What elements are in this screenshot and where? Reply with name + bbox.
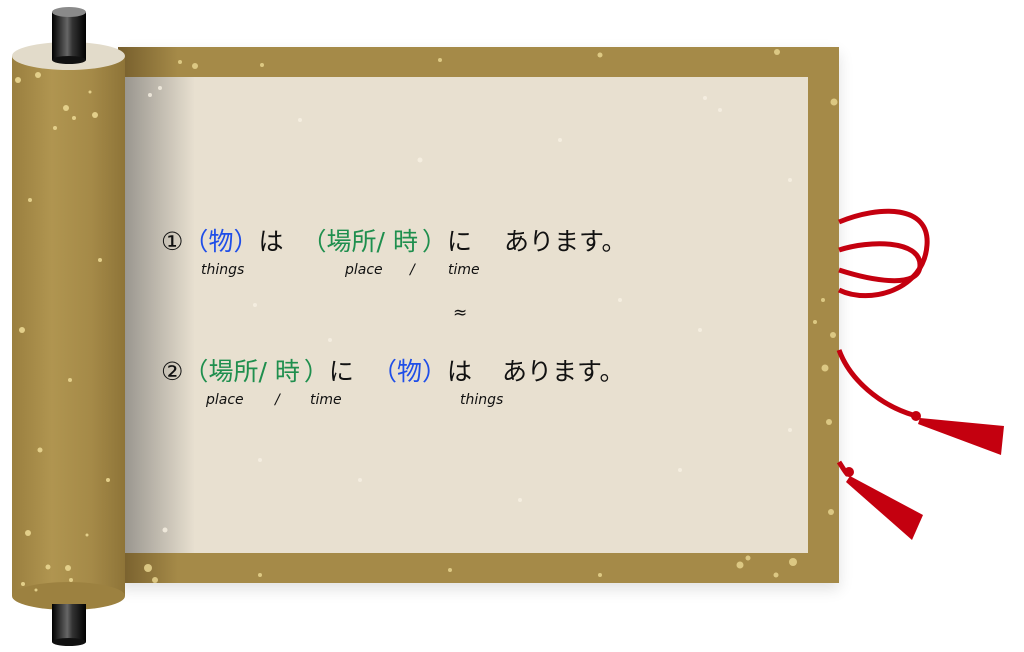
place-open-paren: （ xyxy=(301,227,327,256)
verb-arimasu: あります。 xyxy=(502,357,625,386)
slash: / xyxy=(376,227,385,256)
red-cord xyxy=(836,208,930,477)
sentence-1: ①（物）は （場所/時）に あります。 xyxy=(161,222,627,258)
gloss-time: time xyxy=(310,392,342,408)
slash: / xyxy=(258,357,267,386)
gloss-things: things xyxy=(201,262,245,278)
frame-speckles xyxy=(144,49,838,583)
gloss-slash: / xyxy=(275,392,280,408)
paper-speckles xyxy=(148,86,792,533)
particle-ni: に xyxy=(328,357,354,386)
particle-wa: は xyxy=(258,227,284,256)
scroll-rod-top xyxy=(52,7,86,64)
gloss-place: place xyxy=(206,392,244,408)
thing-word: 物 xyxy=(208,227,234,256)
tassel-lower xyxy=(844,467,923,540)
particle-wa: は xyxy=(446,357,472,386)
scroll-roll xyxy=(12,42,125,610)
thing-word: 物 xyxy=(396,357,422,386)
tassel-upper xyxy=(911,411,1004,455)
place-open-paren: （ xyxy=(183,357,209,386)
sentence-2: ②（場所/時）に （物）は あります。 xyxy=(161,352,625,388)
verb-arimasu: あります。 xyxy=(504,227,627,256)
scroll-rod-bottom xyxy=(52,604,86,646)
gloss-place: place xyxy=(345,262,383,278)
thing-open-paren: （ xyxy=(183,227,209,256)
time-word: 時 xyxy=(392,227,418,256)
place-word: 場所 xyxy=(326,227,377,256)
gloss-things: things xyxy=(460,392,504,408)
scroll-decoration xyxy=(12,7,1004,646)
thing-close-paren: ） xyxy=(233,227,259,256)
approx-symbol: ≈ xyxy=(453,303,468,323)
place-word: 場所 xyxy=(208,357,259,386)
sentence-1-number: ① xyxy=(161,227,184,256)
place-close-paren: ） xyxy=(303,357,329,386)
gloss-slash: / xyxy=(410,262,415,278)
place-close-paren: ） xyxy=(421,227,447,256)
sentence-2-number: ② xyxy=(161,357,184,386)
thing-open-paren: （ xyxy=(371,357,397,386)
thing-close-paren: ） xyxy=(421,357,447,386)
gloss-time: time xyxy=(448,262,480,278)
time-word: 時 xyxy=(274,357,300,386)
particle-ni: に xyxy=(446,227,472,256)
